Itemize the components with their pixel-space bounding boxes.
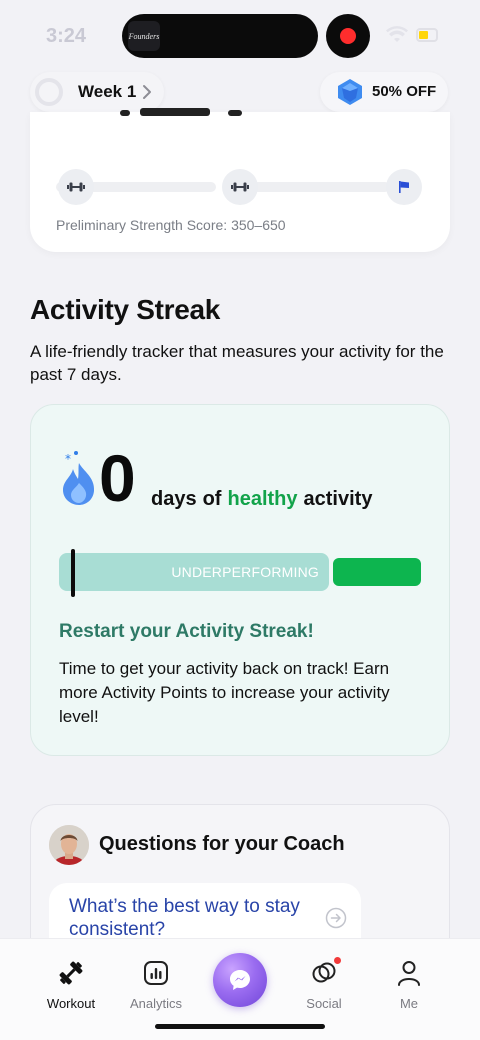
- tab-label: Social: [306, 996, 342, 1011]
- week-selector[interactable]: Week 1: [30, 72, 164, 112]
- activity-streak-card[interactable]: * 0 days of healthy activity UNDERPERFORMIN…: [30, 404, 450, 756]
- milestone-marker-1: [58, 169, 94, 205]
- restart-streak-title: Restart your Activity Streak!: [59, 621, 314, 642]
- streak-healthy-word: healthy: [227, 488, 298, 510]
- battery-fill: [419, 31, 428, 39]
- coach-card-title: Questions for your Coach: [99, 833, 345, 855]
- island-thumbnail: Founders: [128, 21, 160, 51]
- svg-text:*: *: [65, 452, 71, 466]
- healthy-bar: [333, 558, 421, 586]
- arrow-right-circle-icon: [325, 907, 347, 929]
- chevron-right-icon: [143, 85, 151, 99]
- frozen-flame-icon: *: [63, 451, 95, 505]
- activity-streak-description: A life-friendly tracker that measures yo…: [30, 342, 444, 384]
- milestone-marker-goal: [386, 169, 422, 205]
- week-progress-ring-icon: [35, 78, 63, 106]
- strength-score-card: Preliminary Strength Score: 350–650: [30, 108, 450, 252]
- week-label: Week 1: [78, 82, 137, 101]
- dynamic-island: Founders: [122, 14, 318, 58]
- battery-icon: [416, 28, 438, 42]
- dumbbell-icon: [231, 182, 249, 192]
- coach-avatar: [49, 825, 89, 865]
- social-rings-icon: [312, 962, 336, 983]
- screen-record-indicator[interactable]: [326, 14, 370, 58]
- streak-day-count: 0: [99, 441, 136, 515]
- dumbbell-icon: [59, 961, 83, 985]
- milestone-marker-2: [222, 169, 258, 205]
- cut-off-text-fragment: [120, 108, 242, 116]
- gem-icon: [338, 79, 362, 105]
- tab-label: Workout: [46, 996, 96, 1011]
- dumbbell-icon: [67, 182, 85, 192]
- activity-streak-heading: Activity Streak: [30, 294, 221, 325]
- activity-level-indicator: [71, 549, 75, 597]
- streak-of-word: of: [202, 488, 222, 510]
- analytics-icon: [144, 961, 168, 985]
- person-icon: [398, 961, 420, 986]
- lightning-bubble-icon: [230, 970, 250, 990]
- tab-bar: Workout Analytics Social Me: [0, 938, 480, 1040]
- tab-workout[interactable]: Workout: [26, 939, 116, 1019]
- streak-days-word: days: [151, 488, 197, 510]
- progress-track-right: [240, 182, 390, 192]
- flag-icon: [399, 181, 409, 193]
- discount-button[interactable]: 50% OFF: [320, 72, 448, 112]
- status-time: 3:24: [46, 25, 87, 47]
- underperforming-label: UNDERPERFORMING: [171, 564, 319, 580]
- home-indicator[interactable]: [155, 1024, 325, 1029]
- streak-activity-word: activity: [303, 488, 373, 510]
- underperforming-bar: UNDERPERFORMING: [59, 553, 329, 591]
- tab-label: Me: [399, 996, 419, 1011]
- coach-chat-button[interactable]: [213, 953, 267, 1007]
- coach-question-text: What’s the best way to stay consistent?: [69, 896, 300, 940]
- tab-analytics[interactable]: Analytics: [111, 939, 201, 1019]
- restart-streak-text: Time to get your activity back on track!…: [59, 659, 390, 726]
- wifi-icon: [386, 26, 408, 42]
- notification-badge: [334, 957, 341, 964]
- tab-label: Analytics: [129, 996, 183, 1011]
- streak-caption: days of healthy activity: [151, 488, 372, 511]
- status-bar: 3:24 Founders: [0, 0, 480, 70]
- tab-social[interactable]: Social: [279, 939, 369, 1019]
- record-dot-icon: [340, 28, 356, 44]
- discount-label: 50% OFF: [372, 83, 437, 100]
- tab-me[interactable]: Me: [364, 939, 454, 1019]
- preliminary-score-text: Preliminary Strength Score: 350–650: [56, 217, 286, 233]
